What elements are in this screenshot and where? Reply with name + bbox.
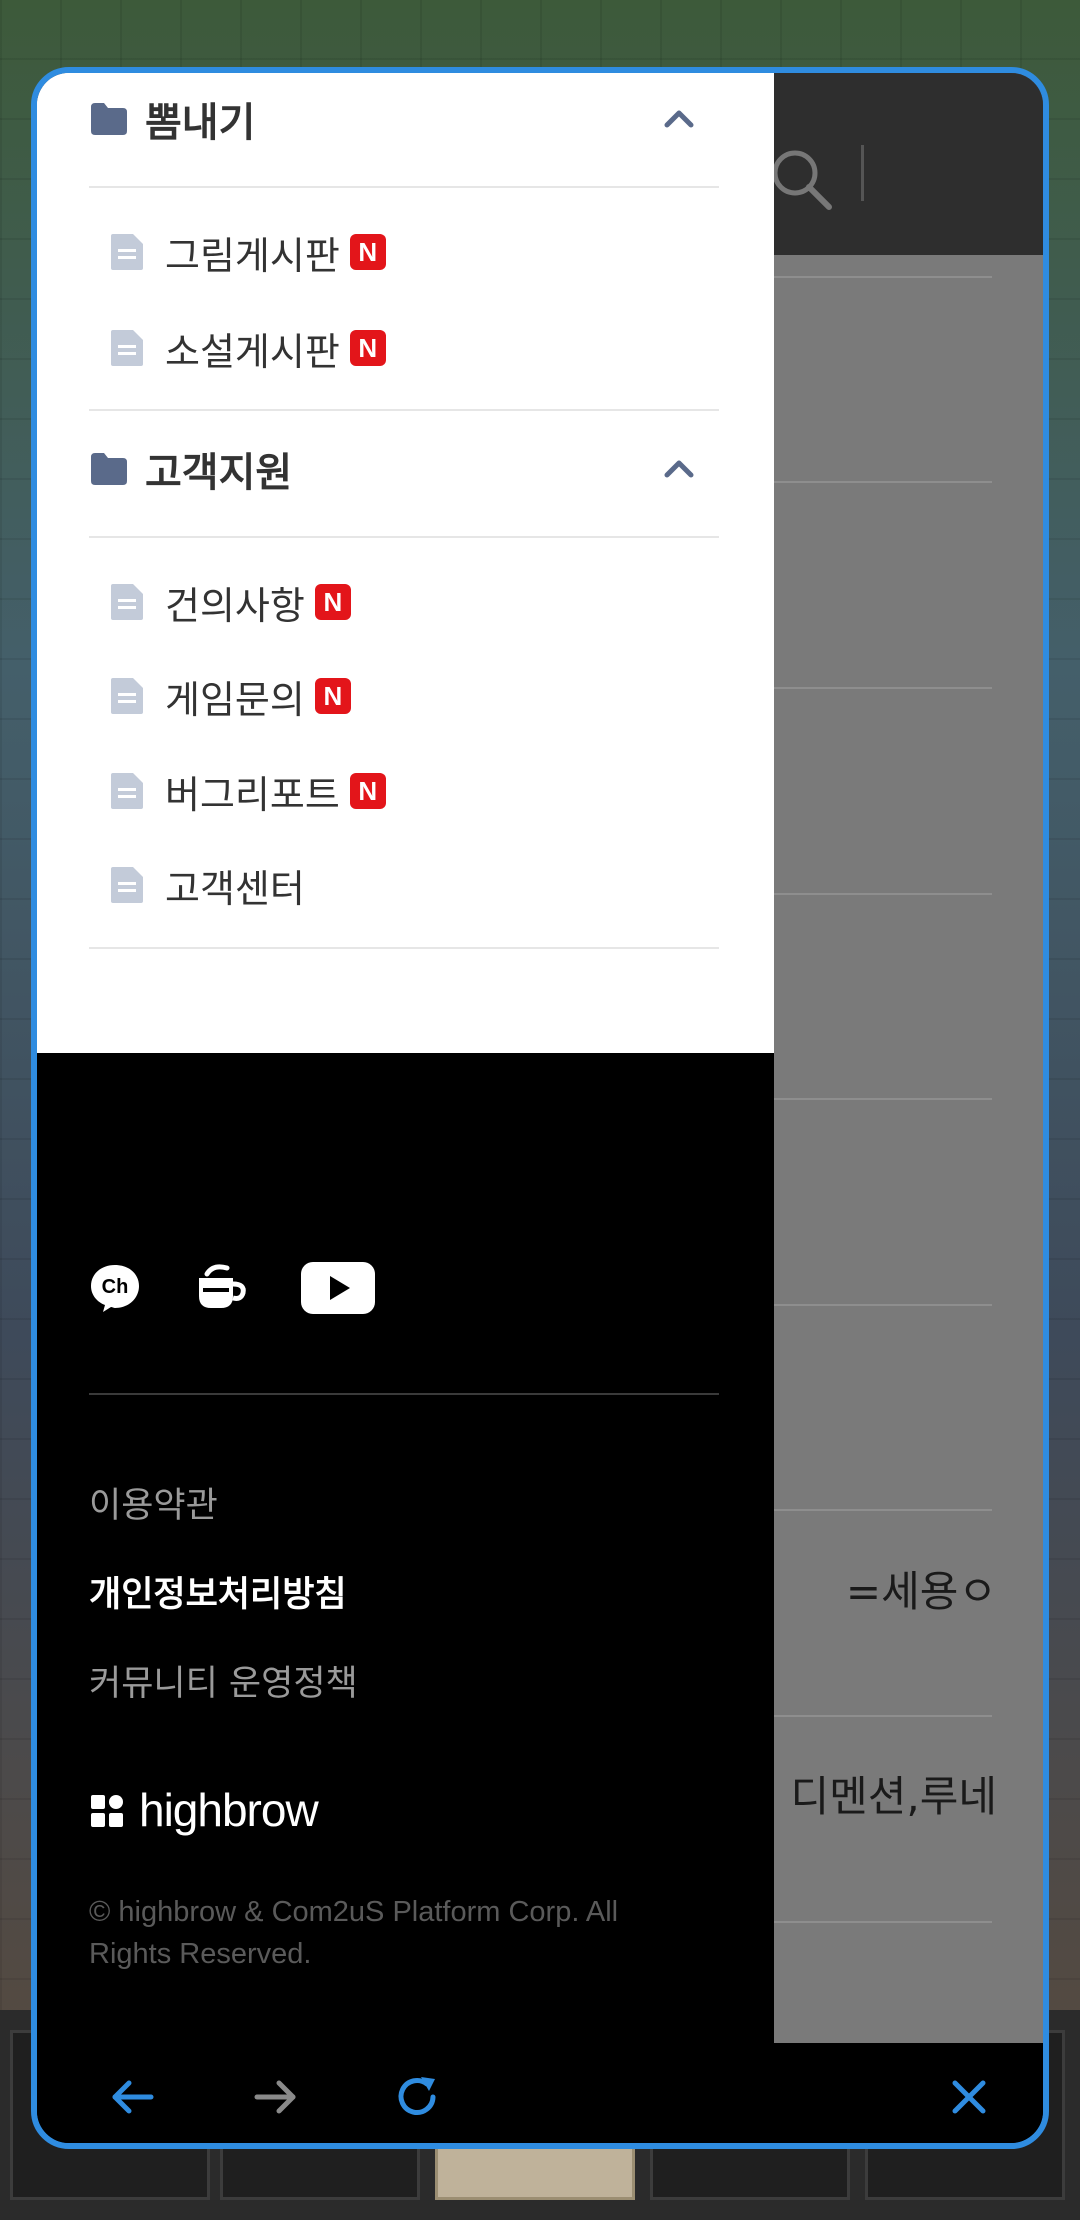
new-badge: N <box>314 584 351 620</box>
chevron-up-icon[interactable] <box>659 99 699 139</box>
drawer-menu: 뽐내기 그림게시판 N 소설게시판 N 고객지원 건의사항 N 게임문의 N 버… <box>37 73 774 1053</box>
menu-item-label: 버그리포트 <box>165 772 340 817</box>
document-icon <box>111 330 143 366</box>
folder-icon <box>91 453 127 485</box>
side-drawer: 뽐내기 그림게시판 N 소설게시판 N 고객지원 건의사항 N 게임문의 N 버… <box>37 73 774 2043</box>
new-badge: N <box>349 330 386 366</box>
footer-divider <box>89 1393 719 1395</box>
section-header-showoff[interactable]: 뽐내기 <box>89 73 719 169</box>
copyright-text: © highbrow & Com2uS Platform Corp. All R… <box>89 1896 619 1970</box>
close-icon[interactable] <box>943 2071 995 2123</box>
kakao-channel-icon[interactable]: Ch <box>89 1262 141 1314</box>
brand-name: highbrow <box>139 1784 319 1836</box>
highbrow-logo: highbrow <box>89 1783 319 1837</box>
webview-frame: =세용ㅇ 디멘션,루네 뽐내기 그림게시판 N 소설게시판 N 고객지원 건의사… <box>31 67 1049 2149</box>
new-badge: N <box>314 678 351 714</box>
menu-item-game-inquiry[interactable]: 게임문의 N <box>109 661 351 731</box>
highbrow-mark-icon <box>91 1795 123 1827</box>
webview-nav-bar <box>37 2043 1043 2143</box>
section-title: 고객지원 <box>145 450 293 496</box>
document-icon <box>111 773 143 809</box>
drawer-footer: Ch 이용약관 개인정보처리방침 커뮤니티 운영정책 highbrow © hi… <box>37 1053 774 2043</box>
menu-item-label: 고객센터 <box>165 866 305 911</box>
menu-item-bug-report[interactable]: 버그리포트 N <box>109 756 386 826</box>
search-icon[interactable] <box>767 145 837 215</box>
terms-link[interactable]: 이용약관 <box>89 1477 218 1528</box>
community-policy-link[interactable]: 커뮤니티 운영정책 <box>89 1655 358 1706</box>
menu-item-label: 그림게시판 <box>165 233 340 278</box>
document-icon <box>111 678 143 714</box>
cafe-icon[interactable] <box>193 1262 249 1314</box>
chevron-up-icon[interactable] <box>659 449 699 489</box>
forward-arrow-icon[interactable] <box>249 2071 301 2123</box>
section-header-support[interactable]: 고객지원 <box>89 419 719 519</box>
menu-item-customer-center[interactable]: 고객센터 <box>109 850 305 920</box>
back-arrow-icon[interactable] <box>107 2071 159 2123</box>
menu-item-label: 게임문의 <box>165 677 305 722</box>
new-badge: N <box>349 773 386 809</box>
section-divider <box>89 536 719 538</box>
menu-item-label: 건의사항 <box>165 583 305 628</box>
menu-item-label: 소설게시판 <box>165 329 340 374</box>
privacy-policy-link[interactable]: 개인정보처리방침 <box>89 1566 347 1617</box>
section-title: 뽐내기 <box>145 100 256 146</box>
menu-item-drawing-board[interactable]: 그림게시판 N <box>109 217 386 287</box>
document-icon <box>111 867 143 903</box>
document-icon <box>111 584 143 620</box>
svg-text:Ch: Ch <box>102 1276 129 1298</box>
section-divider <box>89 186 719 188</box>
new-badge: N <box>349 234 386 270</box>
youtube-icon[interactable] <box>301 1262 375 1314</box>
menu-item-novel-board[interactable]: 소설게시판 N <box>109 313 386 383</box>
folder-icon <box>91 103 127 135</box>
document-icon <box>111 234 143 270</box>
refresh-icon[interactable] <box>391 2071 443 2123</box>
header-divider <box>861 145 864 201</box>
social-links: Ch <box>89 1253 427 1323</box>
menu-item-suggestions[interactable]: 건의사항 N <box>109 567 351 637</box>
section-divider <box>89 947 719 949</box>
section-divider <box>89 409 719 411</box>
